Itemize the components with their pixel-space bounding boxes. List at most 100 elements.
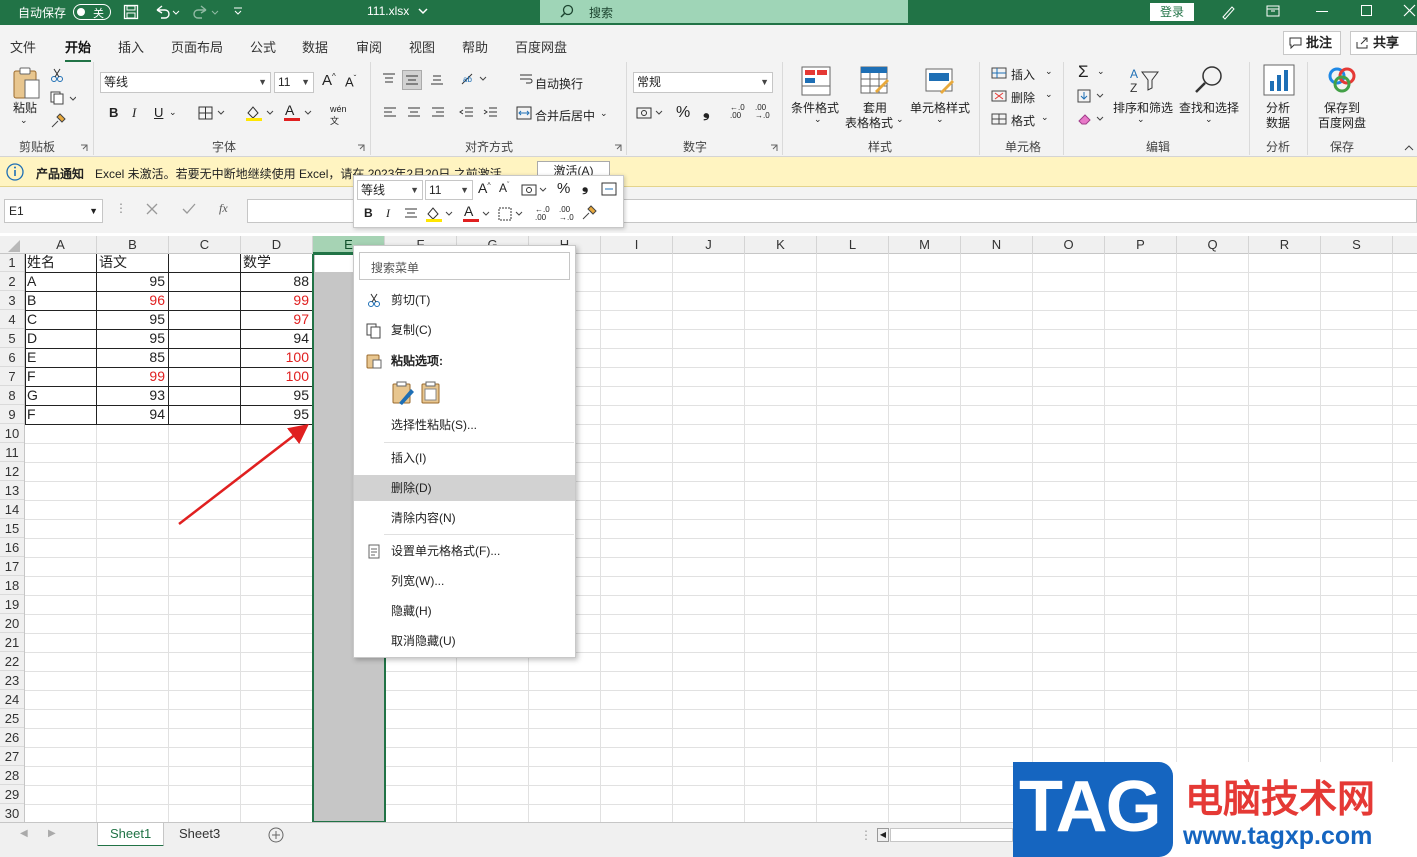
column-header[interactable]: K — [745, 236, 817, 254]
paste-dropdown-icon[interactable]: ⌄ — [20, 115, 28, 126]
add-sheet-icon[interactable] — [268, 827, 284, 843]
chevron-down-icon[interactable]: ⌄ — [1041, 112, 1049, 123]
chevron-down-icon[interactable]: ⌄ — [896, 114, 904, 125]
cell-b7[interactable]: 99 — [99, 367, 168, 386]
align-bottom-icon[interactable] — [429, 72, 445, 86]
cell-a3[interactable]: B — [27, 291, 96, 310]
collapse-ribbon-icon[interactable] — [1404, 144, 1414, 152]
accounting-icon[interactable] — [636, 106, 666, 120]
cell-b2[interactable]: 95 — [99, 272, 168, 291]
merge-center-label[interactable]: 合并后居中 — [535, 107, 595, 124]
menu-item-insert[interactable]: 插入(I) — [354, 445, 575, 471]
search-box[interactable]: 搜索 — [540, 0, 908, 23]
row-header[interactable]: 2 — [0, 272, 24, 291]
row-header[interactable]: 14 — [0, 500, 24, 519]
paste-label[interactable]: 粘贴 — [13, 99, 37, 116]
cell-d4[interactable]: 97 — [243, 310, 312, 329]
font-name-combo[interactable]: 等线 ▼ — [100, 72, 271, 93]
save-icon[interactable] — [123, 4, 139, 20]
dialog-launcher-icon[interactable] — [614, 144, 622, 152]
row-header[interactable]: 1 — [0, 253, 24, 272]
fill-color-icon[interactable] — [245, 104, 275, 122]
merge-center-icon[interactable] — [516, 106, 532, 120]
tab-review[interactable]: 审阅 — [356, 37, 382, 56]
maximize-icon[interactable] — [1361, 5, 1372, 16]
column-header[interactable]: L — [817, 236, 889, 254]
row-header[interactable]: 20 — [0, 614, 24, 633]
align-middle-icon[interactable] — [402, 70, 422, 90]
row-header[interactable]: 7 — [0, 367, 24, 386]
row-header[interactable]: 28 — [0, 766, 24, 785]
font-size-combo[interactable]: 11 ▼ — [274, 72, 314, 93]
tab-baidu-netdisk[interactable]: 百度网盘 — [515, 37, 567, 56]
format-cells-label[interactable]: 格式 — [1011, 112, 1035, 129]
pen-icon[interactable] — [1220, 4, 1236, 20]
row-header[interactable]: 3 — [0, 291, 24, 310]
percent-icon[interactable]: % — [557, 180, 570, 197]
row-header[interactable]: 4 — [0, 310, 24, 329]
tab-data[interactable]: 数据 — [302, 37, 328, 56]
hscroll-left-icon[interactable]: ◀ — [877, 828, 889, 842]
row-header[interactable]: 18 — [0, 576, 24, 595]
align-center-icon[interactable] — [404, 207, 418, 220]
italic-icon[interactable]: I — [132, 105, 136, 121]
shrink-font-icon[interactable]: Aˇ — [499, 181, 509, 195]
chevron-down-icon[interactable]: ⌄ — [814, 114, 822, 125]
clear-icon[interactable] — [1077, 112, 1107, 126]
decrease-indent-icon[interactable] — [459, 106, 475, 120]
row-header[interactable]: 26 — [0, 728, 24, 747]
row-header[interactable]: 29 — [0, 785, 24, 804]
format-cells-icon[interactable] — [991, 112, 1007, 126]
cell-b3[interactable]: 96 — [99, 291, 168, 310]
cell-d2[interactable]: 88 — [243, 272, 312, 291]
cell-d9[interactable]: 95 — [243, 405, 312, 424]
insert-cells-label[interactable]: 插入 — [1011, 66, 1035, 83]
chevron-down-icon[interactable]: ⌄ — [600, 108, 608, 119]
mini-font-combo[interactable]: 等线 ▼ — [357, 180, 423, 200]
row-header[interactable]: 30 — [0, 804, 24, 823]
paste-keep-format-icon[interactable] — [391, 381, 415, 405]
baidu-netdisk-icon[interactable] — [1327, 66, 1357, 94]
file-name[interactable]: 111.xlsx — [367, 4, 409, 18]
cell-a7[interactable]: F — [27, 367, 96, 386]
format-painter-icon[interactable] — [50, 113, 66, 129]
row-header[interactable]: 24 — [0, 690, 24, 709]
underline-icon[interactable]: U — [154, 105, 163, 120]
comma-style-icon[interactable]: ❟ — [703, 102, 710, 122]
save-to-netdisk-label-2[interactable]: 百度网盘 — [1318, 114, 1366, 131]
redo-icon[interactable] — [192, 4, 220, 20]
increase-decimal-icon[interactable]: ←.0.00 — [535, 206, 550, 222]
tab-insert[interactable]: 插入 — [118, 37, 144, 56]
align-right-icon[interactable] — [430, 106, 446, 120]
delete-cells-label[interactable]: 删除 — [1011, 89, 1035, 106]
column-header[interactable]: D — [241, 236, 313, 254]
row-header[interactable]: 11 — [0, 443, 24, 462]
comma-style-icon[interactable]: ❟ — [582, 178, 588, 196]
chevron-down-icon[interactable]: ⌄ — [1045, 66, 1053, 77]
copy-icon[interactable] — [50, 91, 76, 105]
cell-a9[interactable]: F — [27, 405, 96, 424]
login-button[interactable]: 登录 — [1150, 3, 1194, 21]
bold-icon[interactable]: B — [109, 105, 118, 120]
find-select-icon[interactable] — [1193, 64, 1225, 96]
cell-a6[interactable]: E — [27, 348, 96, 367]
menu-item-clear-contents[interactable]: 清除内容(N) — [354, 505, 575, 531]
row-header[interactable]: 17 — [0, 557, 24, 576]
increase-indent-icon[interactable] — [483, 106, 499, 120]
format-painter-icon[interactable] — [581, 205, 597, 221]
cell-b9[interactable]: 94 — [99, 405, 168, 424]
cell-b5[interactable]: 95 — [99, 329, 168, 348]
chevron-down-icon[interactable]: ⌄ — [1137, 114, 1145, 125]
wrap-text-label[interactable]: 自动换行 — [535, 75, 583, 92]
menu-item-delete[interactable]: 删除(D) — [354, 475, 575, 501]
cell-a4[interactable]: C — [27, 310, 96, 329]
row-header[interactable]: 5 — [0, 329, 24, 348]
row-header[interactable]: 15 — [0, 519, 24, 538]
column-header[interactable]: C — [169, 236, 241, 254]
cell-d7[interactable]: 100 — [243, 367, 312, 386]
row-header[interactable]: 25 — [0, 709, 24, 728]
row-header[interactable]: 6 — [0, 348, 24, 367]
row-header[interactable]: 27 — [0, 747, 24, 766]
row-header[interactable]: 22 — [0, 652, 24, 671]
chevron-down-icon[interactable]: ⌄ — [169, 107, 177, 118]
